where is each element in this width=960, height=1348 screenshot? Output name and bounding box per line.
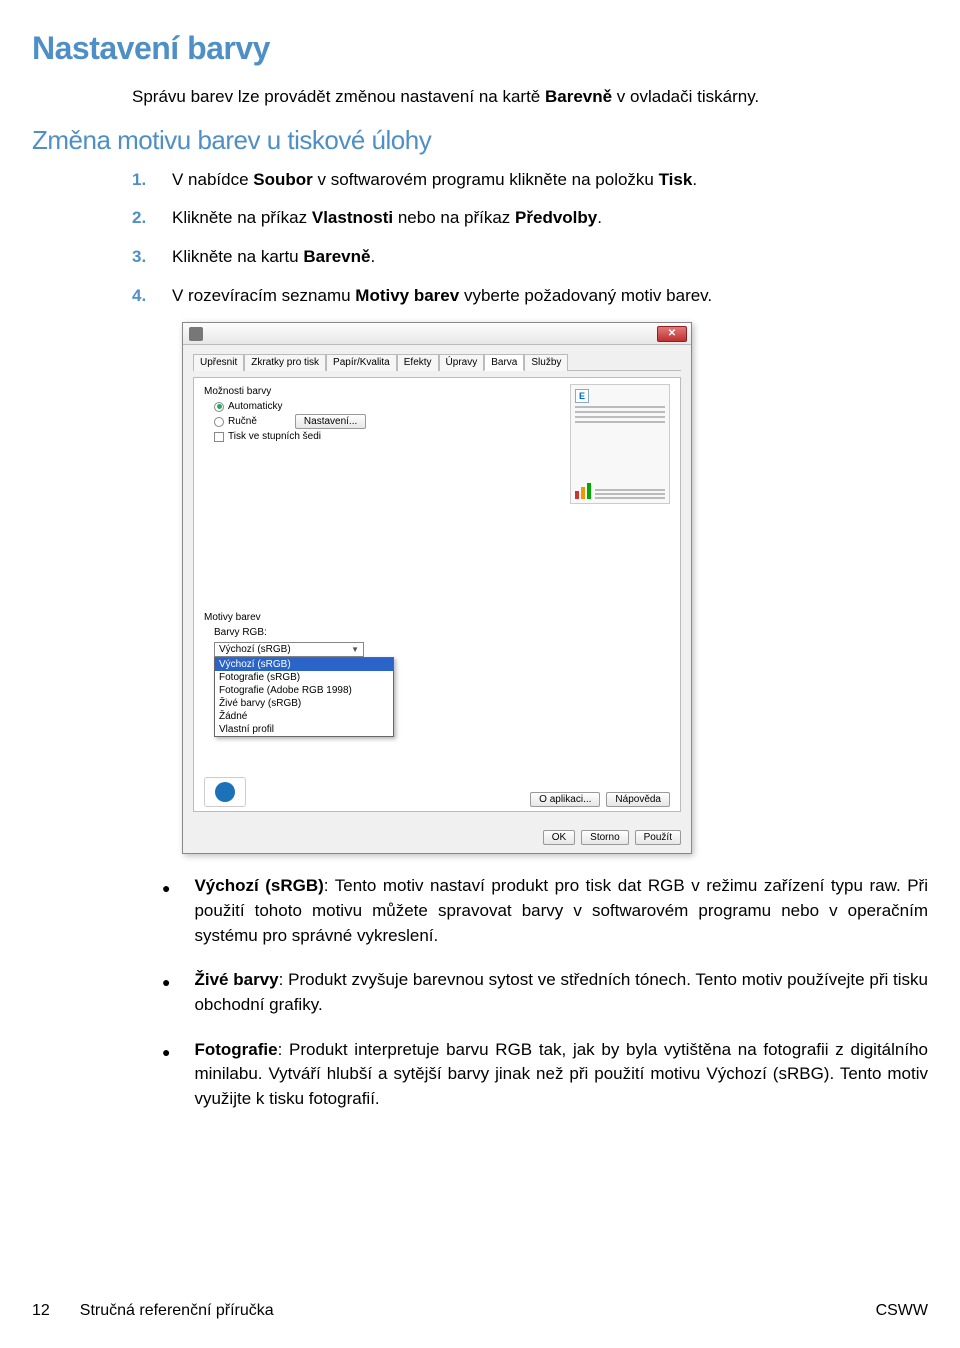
- rgb-label: Barvy RGB:: [214, 627, 670, 638]
- rgb-combo[interactable]: Výchozí (sRGB): [214, 642, 364, 657]
- dialog-footer: OK Storno Použít: [183, 822, 691, 853]
- step: 4. V rozevíracím seznamu Motivy barev vy…: [132, 284, 928, 309]
- footer-right: CSWW: [876, 1302, 928, 1320]
- t: vyberte požadovaný motiv barev.: [459, 286, 712, 305]
- cancel-button[interactable]: Storno: [581, 830, 628, 845]
- preview-thumbnail: E: [570, 384, 670, 504]
- intro-paragraph: Správu barev lze provádět změnou nastave…: [132, 85, 928, 109]
- t: .: [597, 208, 602, 227]
- tab-zkratky[interactable]: Zkratky pro tisk: [244, 354, 326, 371]
- footer-title: Stručná referenční příručka: [80, 1302, 274, 1320]
- bullet-item: ● Výchozí (sRGB): Tento motiv nastaví pr…: [162, 874, 928, 948]
- bullet-list: ● Výchozí (sRGB): Tento motiv nastaví pr…: [162, 874, 928, 1111]
- t: Fotografie: [194, 1040, 277, 1059]
- tab-barva[interactable]: Barva: [484, 354, 524, 371]
- ok-button[interactable]: OK: [543, 830, 575, 845]
- tab-papir[interactable]: Papír/Kvalita: [326, 354, 397, 371]
- tab-upravy[interactable]: Úpravy: [439, 354, 485, 371]
- bullet-text: Fotografie: Produkt interpretuje barvu R…: [194, 1038, 928, 1112]
- dialog-titlebar: ✕: [183, 323, 691, 345]
- help-button[interactable]: Nápověda: [606, 792, 670, 807]
- print-properties-dialog: ✕ Upřesnit Zkratky pro tisk Papír/Kvalit…: [182, 322, 692, 854]
- t: Motivy barev: [355, 286, 459, 305]
- t: : Produkt zvyšuje barevnou sytost ve stř…: [194, 970, 928, 1014]
- preview-badge: E: [575, 389, 589, 403]
- radio-icon: [214, 417, 224, 427]
- t: nebo na příkaz: [393, 208, 515, 227]
- step-text: Klikněte na kartu Barevně.: [172, 245, 375, 270]
- dropdown-item[interactable]: Fotografie (sRGB): [215, 671, 393, 684]
- about-button[interactable]: O aplikaci...: [530, 792, 600, 807]
- t: V nabídce: [172, 170, 253, 189]
- hp-logo-icon: [204, 777, 246, 807]
- step: 1. V nabídce Soubor v softwarovém progra…: [132, 168, 928, 193]
- bullet-item: ● Fotografie: Produkt interpretuje barvu…: [162, 1038, 928, 1112]
- t: .: [370, 247, 375, 266]
- step-text: V rozevíracím seznamu Motivy barev vyber…: [172, 284, 712, 309]
- t: Předvolby: [515, 208, 597, 227]
- t: Klikněte na kartu: [172, 247, 303, 266]
- t: Barevně: [303, 247, 370, 266]
- step-number: 3.: [132, 245, 154, 270]
- settings-button[interactable]: Nastavení...: [295, 414, 366, 429]
- bullet-icon: ●: [162, 1042, 170, 1112]
- radio-auto-label: Automaticky: [228, 401, 282, 412]
- steps-list: 1. V nabídce Soubor v softwarovém progra…: [132, 168, 928, 309]
- intro-bold: Barevně: [545, 87, 612, 106]
- bullet-icon: ●: [162, 878, 170, 948]
- bullet-icon: ●: [162, 972, 170, 1017]
- t: V rozevíracím seznamu: [172, 286, 355, 305]
- checkbox-icon: [214, 432, 224, 442]
- motivy-label: Motivy barev: [204, 612, 670, 623]
- t: : Produkt interpretuje barvu RGB tak, ja…: [194, 1040, 928, 1108]
- close-button[interactable]: ✕: [657, 326, 687, 342]
- step-number: 2.: [132, 206, 154, 231]
- step-number: 4.: [132, 284, 154, 309]
- bullet-text: Výchozí (sRGB): Tento motiv nastaví prod…: [194, 874, 928, 948]
- t: .: [692, 170, 697, 189]
- check-grayscale-label: Tisk ve stupních šedi: [228, 431, 321, 442]
- intro-post: v ovladači tiskárny.: [612, 87, 759, 106]
- page-title: Nastavení barvy: [32, 30, 928, 67]
- combo-value: Výchozí (sRGB): [219, 644, 291, 655]
- tab-strip: Upřesnit Zkratky pro tisk Papír/Kvalita …: [193, 353, 681, 371]
- bullet-item: ● Živé barvy: Produkt zvyšuje barevnou s…: [162, 968, 928, 1017]
- app-icon: [189, 327, 203, 341]
- dropdown-item[interactable]: Vlastní profil: [215, 723, 393, 736]
- dropdown-item[interactable]: Živé barvy (sRGB): [215, 697, 393, 710]
- step: 3. Klikněte na kartu Barevně.: [132, 245, 928, 270]
- intro-pre: Správu barev lze provádět změnou nastave…: [132, 87, 545, 106]
- t: Klikněte na příkaz: [172, 208, 312, 227]
- t: Živé barvy: [194, 970, 278, 989]
- t: Soubor: [253, 170, 313, 189]
- step-number: 1.: [132, 168, 154, 193]
- bars-icon: [575, 483, 591, 499]
- tab-sluzby[interactable]: Služby: [524, 354, 568, 371]
- tab-pane: Možnosti barvy Automaticky Ručně Nastave…: [193, 377, 681, 812]
- t: Vlastnosti: [312, 208, 393, 227]
- t: Výchozí (sRGB): [194, 876, 323, 895]
- page-footer: 12 Stručná referenční příručka CSWW: [32, 1302, 928, 1320]
- t: Tisk: [659, 170, 693, 189]
- tab-efekty[interactable]: Efekty: [397, 354, 439, 371]
- step-text: V nabídce Soubor v softwarovém programu …: [172, 168, 697, 193]
- page-number: 12: [32, 1302, 50, 1320]
- t: v softwarovém programu klikněte na polož…: [313, 170, 659, 189]
- radio-icon: [214, 402, 224, 412]
- bullet-text: Živé barvy: Produkt zvyšuje barevnou syt…: [194, 968, 928, 1017]
- dialog-screenshot: ✕ Upřesnit Zkratky pro tisk Papír/Kvalit…: [182, 322, 928, 854]
- dropdown-item[interactable]: Výchozí (sRGB): [215, 658, 393, 671]
- dropdown-item[interactable]: Žádné: [215, 710, 393, 723]
- dropdown-item[interactable]: Fotografie (Adobe RGB 1998): [215, 684, 393, 697]
- section-title: Změna motivu barev u tiskové úlohy: [32, 125, 928, 156]
- step: 2. Klikněte na příkaz Vlastnosti nebo na…: [132, 206, 928, 231]
- tab-upresnit[interactable]: Upřesnit: [193, 354, 244, 371]
- apply-button[interactable]: Použít: [635, 830, 681, 845]
- rgb-dropdown[interactable]: Výchozí (sRGB) Fotografie (sRGB) Fotogra…: [214, 657, 394, 737]
- step-text: Klikněte na příkaz Vlastnosti nebo na př…: [172, 206, 602, 231]
- radio-manual-label: Ručně: [228, 416, 257, 427]
